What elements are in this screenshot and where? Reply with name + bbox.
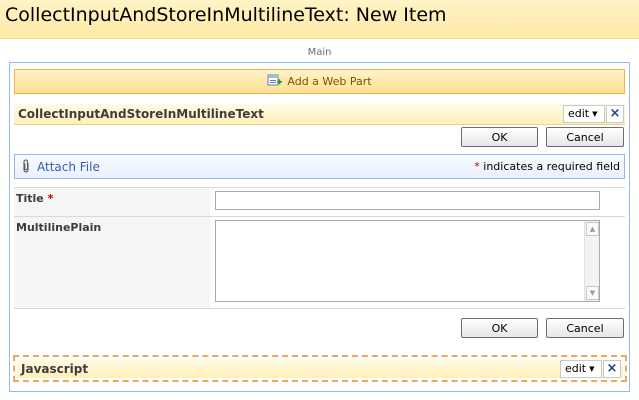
edit-menu-label-js: edit bbox=[565, 362, 587, 375]
zone-label: Main bbox=[307, 47, 332, 58]
edit-menu-label: edit bbox=[568, 107, 590, 120]
ok-button-bottom[interactable]: OK bbox=[461, 318, 538, 338]
field-label-multiline: MultilinePlain bbox=[14, 216, 210, 308]
scroll-up-icon[interactable]: ▲ bbox=[586, 222, 599, 236]
webpart-edit-menu-form[interactable]: edit ▼ bbox=[563, 105, 605, 123]
attach-file-label: Attach File bbox=[37, 160, 100, 174]
webpart-javascript[interactable]: Javascript edit ▼ × bbox=[13, 355, 627, 382]
cancel-button-top[interactable]: Cancel bbox=[546, 127, 624, 147]
multiline-plain-textarea[interactable] bbox=[215, 220, 600, 302]
attach-file-link[interactable]: Attach File bbox=[21, 159, 100, 174]
webpart-header-javascript: Javascript edit ▼ × bbox=[17, 359, 623, 378]
scroll-down-icon[interactable]: ▼ bbox=[586, 286, 599, 300]
form-toolbar: Attach File * indicates a required field bbox=[14, 154, 625, 179]
webpart-header-form: CollectInputAndStoreInMultilineText edit… bbox=[14, 104, 625, 125]
close-icon: × bbox=[606, 361, 618, 376]
web-part-zone: Add a Web Part CollectInputAndStoreInMul… bbox=[9, 62, 630, 392]
page-title-bar: CollectInputAndStoreInMultilineText: New… bbox=[0, 0, 639, 39]
add-web-part-label: Add a Web Part bbox=[287, 75, 372, 88]
page-title: CollectInputAndStoreInMultilineText: New… bbox=[5, 4, 447, 26]
add-web-part-button[interactable]: Add a Web Part bbox=[14, 69, 625, 94]
add-webpart-icon bbox=[267, 73, 283, 87]
required-note-text: indicates a required field bbox=[479, 160, 620, 173]
chevron-down-icon: ▼ bbox=[589, 365, 595, 373]
title-input[interactable] bbox=[215, 191, 600, 210]
paperclip-icon bbox=[21, 159, 31, 173]
webpart-close-button-javascript[interactable]: × bbox=[603, 360, 621, 378]
webpart-title-javascript: Javascript bbox=[21, 362, 89, 376]
webpart-title-form: CollectInputAndStoreInMultilineText bbox=[18, 107, 264, 121]
cancel-button-bottom[interactable]: Cancel bbox=[546, 318, 624, 338]
webpart-close-button-form[interactable]: × bbox=[606, 105, 624, 123]
required-field-note: * indicates a required field bbox=[474, 160, 620, 173]
webpart-edit-menu-javascript[interactable]: edit ▼ bbox=[560, 360, 602, 378]
close-icon: × bbox=[609, 106, 621, 121]
chevron-down-icon: ▼ bbox=[592, 110, 598, 118]
textarea-scrollbar[interactable]: ▲ ▼ bbox=[584, 221, 599, 301]
field-label-multiline-text: MultilinePlain bbox=[16, 221, 102, 234]
form-divider bbox=[14, 308, 625, 309]
ok-button-top[interactable]: OK bbox=[461, 127, 538, 147]
required-star-title: * bbox=[47, 192, 54, 205]
field-label-title-text: Title bbox=[16, 192, 44, 205]
field-label-title: Title * bbox=[14, 187, 210, 216]
